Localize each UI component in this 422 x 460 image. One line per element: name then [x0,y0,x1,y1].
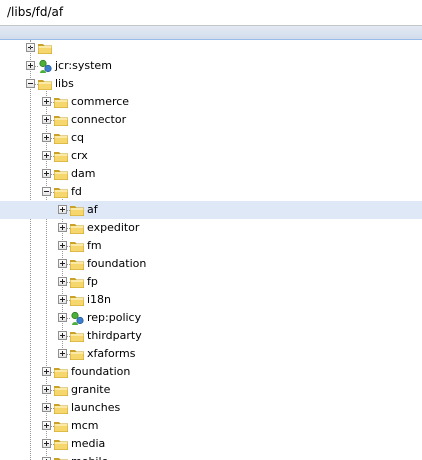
folder-icon [54,368,68,378]
tree-node-fd[interactable]: fd [0,183,422,201]
expand-icon[interactable] [58,313,67,322]
tree-node-label: i18n [87,293,112,306]
expand-icon[interactable] [42,169,51,178]
tree-node-thirdparty[interactable]: thirdparty [0,327,422,345]
folder-icon [54,458,68,460]
expand-icon[interactable] [42,97,51,106]
tree-node-label: media [71,437,106,450]
folder-icon [54,134,68,144]
tree-node-dam[interactable]: dam [0,165,422,183]
tree-node-label: xfaforms [87,347,136,360]
folder-icon [38,80,52,90]
tree-node-label: dam [71,167,96,180]
folder-icon [54,152,68,162]
expand-icon[interactable] [58,295,67,304]
tree-node-i18n[interactable]: i18n [0,291,422,309]
tree-node-foundation[interactable]: foundation [0,363,422,381]
address-bar[interactable] [0,0,422,26]
folder-icon [54,188,68,198]
folder-icon [54,386,68,396]
expand-icon[interactable] [58,205,67,214]
folder-icon [70,242,84,252]
folder-icon [54,422,68,432]
folder-icon [54,98,68,108]
folder-icon [70,224,84,234]
folder-icon [70,278,84,288]
tree-node-fm[interactable]: fm [0,237,422,255]
tree-panel-header [0,26,422,40]
tree-node-commerce[interactable]: commerce [0,93,422,111]
folder-icon [70,350,84,360]
tree-node-label: launches [71,401,121,414]
tree-node-af[interactable]: af [0,201,422,219]
tree-node-expeditor[interactable]: expeditor [0,219,422,237]
tree-node-label: libs [55,77,74,90]
expand-icon[interactable] [42,403,51,412]
tree-node-fp[interactable]: fp [0,273,422,291]
folder-icon [70,206,84,216]
expand-icon[interactable] [58,331,67,340]
tree-node-label: expeditor [87,221,140,234]
tree-node-jcr-system[interactable]: jcr:system [0,57,422,75]
folder-icon [70,332,84,342]
tree-node-label: mobile [71,455,108,460]
folder-icon [54,404,68,414]
expand-icon[interactable] [58,349,67,358]
tree-node-label: granite [71,383,111,396]
folder-icon [54,170,68,180]
tree-node-libs[interactable]: libs [0,75,422,93]
tree-node-label: mcm [71,419,99,432]
tree-node-label: crx [71,149,88,162]
expand-icon[interactable] [42,151,51,160]
tree-node-xfaforms[interactable]: xfaforms [0,345,422,363]
expand-icon[interactable] [58,223,67,232]
repository-tree: jcr:system libs commerce connector cq crx dam f… [0,40,422,460]
tree-node-label: foundation [87,257,147,270]
folder-icon [54,116,68,126]
tree-node-label: jcr:system [55,59,112,72]
tree-node-label: thirdparty [87,329,142,342]
tree-node-crx[interactable]: crx [0,147,422,165]
expand-icon[interactable] [42,421,51,430]
expand-icon[interactable] [42,385,51,394]
tree-node-label: fp [87,275,98,288]
tree-node-label: commerce [71,95,130,108]
path-input[interactable] [3,2,422,22]
special-node-icon [71,311,84,325]
tree-node-partial[interactable] [0,40,422,57]
tree-node-foundation[interactable]: foundation [0,255,422,273]
expand-icon[interactable] [26,61,35,70]
tree-node-mcm[interactable]: mcm [0,417,422,435]
expand-icon[interactable] [42,367,51,376]
special-node-icon [39,59,52,73]
tree-node-connector[interactable]: connector [0,111,422,129]
tree-node-rep-policy[interactable]: rep:policy [0,309,422,327]
expand-icon[interactable] [42,439,51,448]
folder-icon [70,296,84,306]
tree-node-label: cq [71,131,85,144]
collapse-icon[interactable] [26,79,35,88]
tree-node-granite[interactable]: granite [0,381,422,399]
collapse-icon[interactable] [42,187,51,196]
expand-icon[interactable] [42,115,51,124]
tree-node-label: connector [71,113,127,126]
tree-node-label: rep:policy [87,311,142,324]
folder-icon [38,44,52,54]
folder-icon [54,440,68,450]
tree-node-label: fd [71,185,82,198]
expand-icon[interactable] [58,241,67,250]
tree-node-label: fm [87,239,102,252]
tree-node-label: foundation [71,365,131,378]
expand-icon[interactable] [42,133,51,142]
tree-node-cq[interactable]: cq [0,129,422,147]
tree-node-launches[interactable]: launches [0,399,422,417]
folder-icon [70,260,84,270]
expand-icon[interactable] [58,259,67,268]
tree-node-mobile[interactable]: mobile [0,453,422,460]
tree-node-media[interactable]: media [0,435,422,453]
tree-node-label: af [87,203,98,216]
expand-icon[interactable] [58,277,67,286]
